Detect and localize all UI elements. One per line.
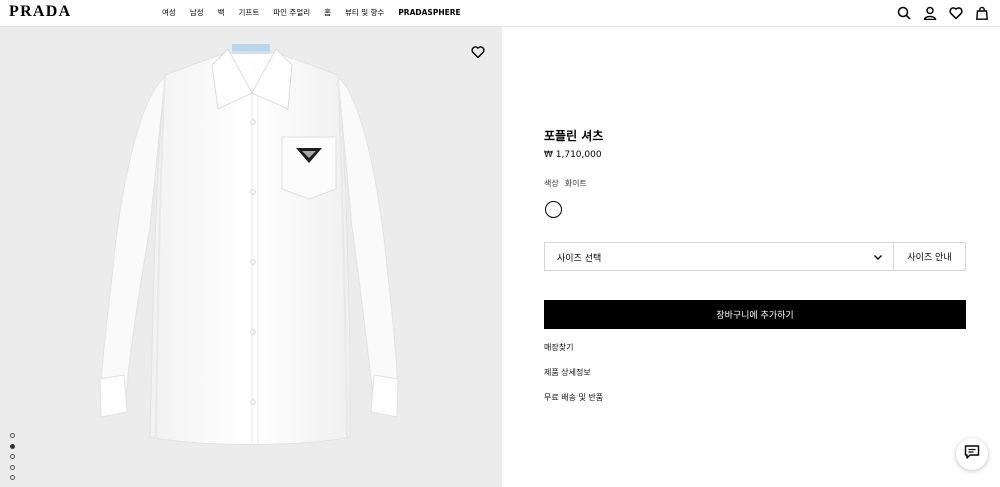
nav-item-home[interactable]: 홈 [324,7,331,19]
product-image [99,44,399,445]
product-price: ₩ 1,710,000 [544,150,602,160]
chat-icon [964,444,980,464]
product-details-link[interactable]: 제품 상세정보 [544,367,591,378]
wishlist-heart-icon[interactable] [471,44,485,59]
main-nav: 여성 남성 백 기프트 파인 주얼리 홈 뷰티 및 향수 PRADASPHERE [162,7,475,19]
nav-item-pradasphere[interactable]: PRADASPHERE [398,7,460,19]
search-icon[interactable] [896,5,912,21]
nav-item-bags[interactable]: 백 [218,7,225,19]
shipping-returns-link[interactable]: 무료 배송 및 반품 [544,392,603,403]
color-row: 색상 화이트 [544,178,587,189]
size-guide-button[interactable]: 사이즈 안내 [894,242,966,271]
size-select[interactable]: 사이즈 선택 [544,242,894,271]
product-title: 포플린 셔츠 [544,129,604,143]
color-label: 색상 [544,179,559,188]
nav-item-men[interactable]: 남성 [190,7,204,19]
nav-item-beauty[interactable]: 뷰티 및 향수 [345,7,384,19]
chevron-down-icon [873,252,883,262]
color-value: 화이트 [564,179,587,188]
store-locator-link[interactable]: 매장찾기 [544,342,573,353]
size-select-label: 사이즈 선택 [557,254,602,264]
prada-logo[interactable]: PRADA [9,3,72,21]
site-header: PRADA 여성 남성 백 기프트 파인 주얼리 홈 뷰티 및 향수 PRADA… [0,0,1000,27]
nav-item-women[interactable]: 여성 [162,7,176,19]
color-swatch-white[interactable] [545,201,562,218]
carousel-dot[interactable] [10,433,15,438]
product-gallery[interactable] [0,27,502,487]
carousel-dot[interactable] [10,475,15,480]
carousel-dots [10,433,15,486]
account-icon[interactable] [922,5,938,21]
carousel-dot-active[interactable] [10,443,15,449]
chat-button[interactable] [956,438,988,470]
carousel-dot[interactable] [10,464,15,470]
nav-item-fine-jewelry[interactable]: 파인 주얼리 [273,7,310,19]
header-icons [896,5,1000,21]
add-to-cart-button[interactable]: 장바구니에 추가하기 [544,300,966,329]
nav-item-gifts[interactable]: 기프트 [239,7,260,19]
bag-icon[interactable] [974,5,990,21]
wishlist-icon[interactable] [948,5,964,21]
carousel-dot[interactable] [10,454,15,459]
